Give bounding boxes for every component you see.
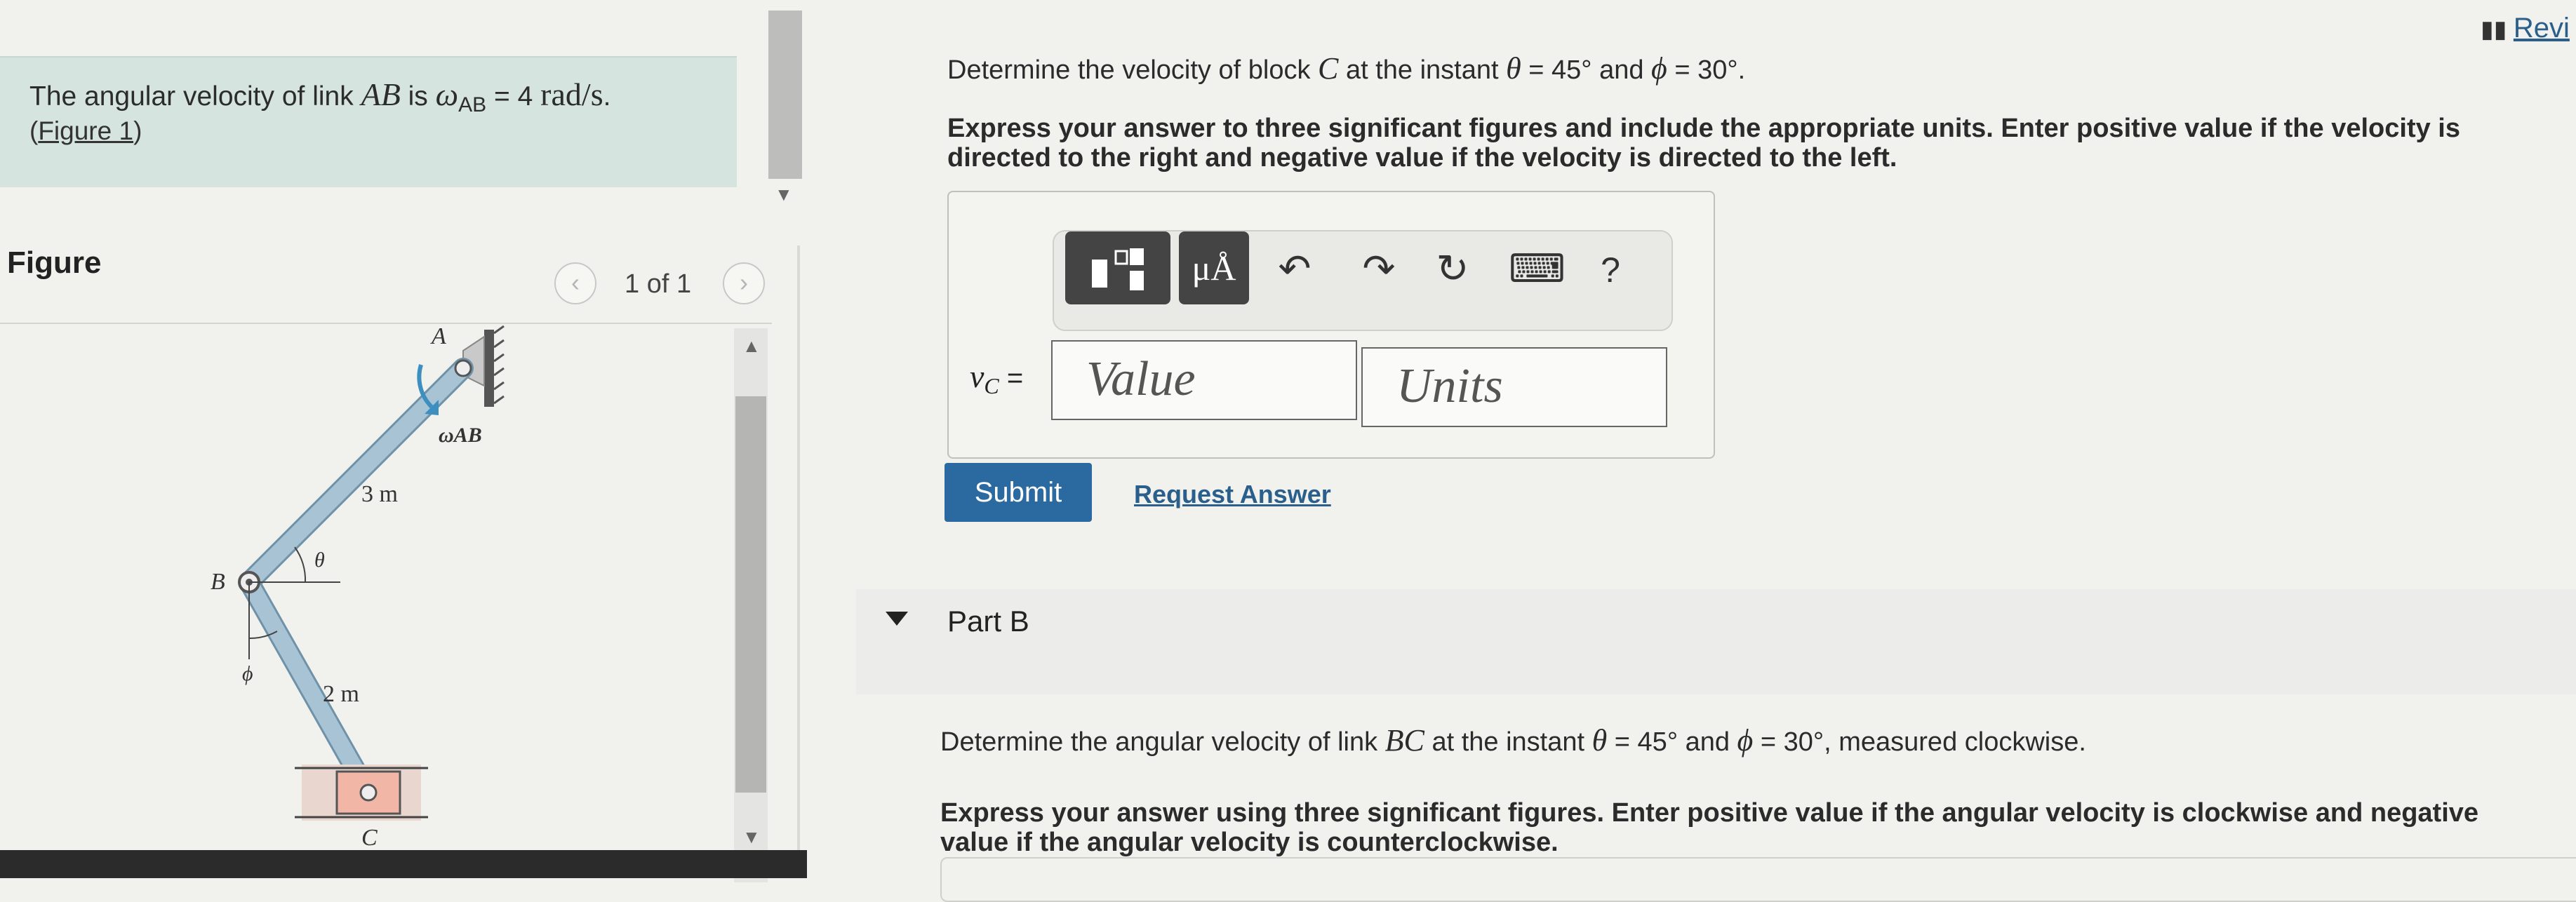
phi-value: = 30°. xyxy=(1674,55,1746,85)
part-a-question-mid: at the instant xyxy=(1345,55,1499,85)
part-b-question-suffix: , measured clockwise. xyxy=(1824,727,2086,757)
mechanism-diagram: A B C ωAB 3 m 2 m θ ϕ xyxy=(211,323,505,851)
value-input[interactable]: Value xyxy=(1051,340,1357,420)
statement-text: The angular velocity of link xyxy=(29,81,354,112)
theta-arc xyxy=(294,546,307,583)
part-a-instruction: Express your answer to three significant… xyxy=(947,114,2460,173)
figure-link[interactable]: Figure 1 xyxy=(38,116,133,145)
part-b-answer-box xyxy=(940,857,2576,902)
phi-label: ϕ xyxy=(242,662,253,685)
figure-link-line: (Figure 1) xyxy=(29,116,142,146)
request-answer-link[interactable]: Request Answer xyxy=(1134,480,1331,509)
omega-ab-label: ωAB xyxy=(439,424,482,447)
units-placeholder: Units xyxy=(1396,359,1503,413)
next-figure-button[interactable]: › xyxy=(723,262,765,304)
part-b-instruction-line1: Express your answer using three signific… xyxy=(940,798,2479,828)
part-a-instruction-line2: directed to the right and negative value… xyxy=(947,143,1897,173)
answer-label-sub: C xyxy=(984,373,999,398)
phi-symbol: ϕ xyxy=(1651,51,1667,86)
reset-icon[interactable]: ↻ xyxy=(1428,245,1477,292)
theta-symbol: θ xyxy=(1506,51,1521,86)
book-icon: ▮▮ xyxy=(2481,16,2514,43)
collapse-caret-icon[interactable] xyxy=(886,612,908,626)
part-b-header[interactable] xyxy=(856,589,2576,694)
answer-label-equals: = xyxy=(1006,363,1024,393)
figure-scroll-down-arrow-icon[interactable]: ▼ xyxy=(742,826,761,848)
omega-symbol: ω xyxy=(435,76,459,112)
answer-label-v: v xyxy=(970,358,985,394)
figure-pager: 1 of 1 xyxy=(625,269,692,299)
scroll-up-arrow-icon[interactable]: ▲ xyxy=(742,335,761,357)
link-ab-symbol: AB xyxy=(361,76,401,112)
figure-link-open: ( xyxy=(29,116,39,145)
part-b-question-text: Determine the angular velocity of link xyxy=(940,727,1378,757)
statement-scrollbar[interactable] xyxy=(768,11,802,179)
part-b-and: and xyxy=(1685,727,1730,757)
part-b-phi-value: = 30° xyxy=(1760,727,1824,757)
keyboard-icon[interactable]: ⌨ xyxy=(1509,245,1566,292)
part-b-instruction: Express your answer using three signific… xyxy=(940,798,2478,857)
templates-button[interactable] xyxy=(1065,231,1170,304)
redo-icon[interactable]: ↷ xyxy=(1354,245,1403,292)
label-a: A xyxy=(430,323,446,349)
statement-is: is xyxy=(408,81,428,112)
link-bc-symbol: BC xyxy=(1384,723,1424,758)
figure-link-close: ) xyxy=(133,116,142,145)
pin-a xyxy=(454,359,472,377)
part-b-title: Part B xyxy=(947,605,1029,638)
panel-divider xyxy=(797,245,800,877)
theta-label: θ xyxy=(314,548,325,572)
part-a-instruction-line1: Express your answer to three significant… xyxy=(947,114,2460,143)
review-label[interactable]: Revi xyxy=(2514,13,2570,43)
label-b: B xyxy=(211,569,225,595)
submit-button[interactable]: Submit xyxy=(945,463,1092,522)
part-b-question: Determine the angular velocity of link B… xyxy=(940,722,2086,758)
figure-heading: Figure xyxy=(7,245,102,280)
pin-c xyxy=(359,783,378,802)
block-c-symbol: C xyxy=(1318,51,1339,86)
length-ab-label: 3 m xyxy=(361,481,398,507)
length-bc-label: 2 m xyxy=(323,681,359,707)
omega-subscript: AB xyxy=(458,93,487,116)
value-placeholder: Value xyxy=(1086,352,1196,406)
part-b-phi-symbol: ϕ xyxy=(1737,723,1754,758)
problem-statement: The angular velocity of link AB is ωAB =… xyxy=(29,76,610,117)
prev-figure-button[interactable]: ‹ xyxy=(554,262,596,304)
part-b-instruction-line2: value if the angular velocity is counter… xyxy=(940,828,1559,857)
figure-scrollbar-thumb[interactable] xyxy=(735,396,766,793)
omega-unit: rad/s xyxy=(540,76,603,112)
statement-period: . xyxy=(603,81,611,112)
templates-icon xyxy=(1092,248,1144,290)
scroll-down-arrow-icon[interactable]: ▼ xyxy=(775,184,793,206)
screen-bezel xyxy=(0,850,807,878)
label-c: C xyxy=(361,825,378,851)
units-input[interactable]: Units xyxy=(1361,347,1667,427)
part-b-question-mid: at the instant xyxy=(1432,727,1585,757)
units-button[interactable]: μÅ xyxy=(1179,231,1249,304)
part-b-theta-value: = 45° xyxy=(1614,727,1679,757)
theta-value: = 45° xyxy=(1528,55,1592,85)
part-a-and: and xyxy=(1599,55,1644,85)
part-b-theta-symbol: θ xyxy=(1591,723,1608,758)
part-a-question-text: Determine the velocity of block xyxy=(947,55,1311,85)
part-a-question: Determine the velocity of block C at the… xyxy=(947,51,1745,86)
review-link[interactable]: ▮▮ Revi xyxy=(2481,13,2570,44)
omega-value: = 4 xyxy=(494,81,533,112)
undo-icon[interactable]: ↶ xyxy=(1270,245,1319,292)
answer-label: vC = xyxy=(970,358,1023,399)
help-button[interactable]: ? xyxy=(1586,250,1635,290)
